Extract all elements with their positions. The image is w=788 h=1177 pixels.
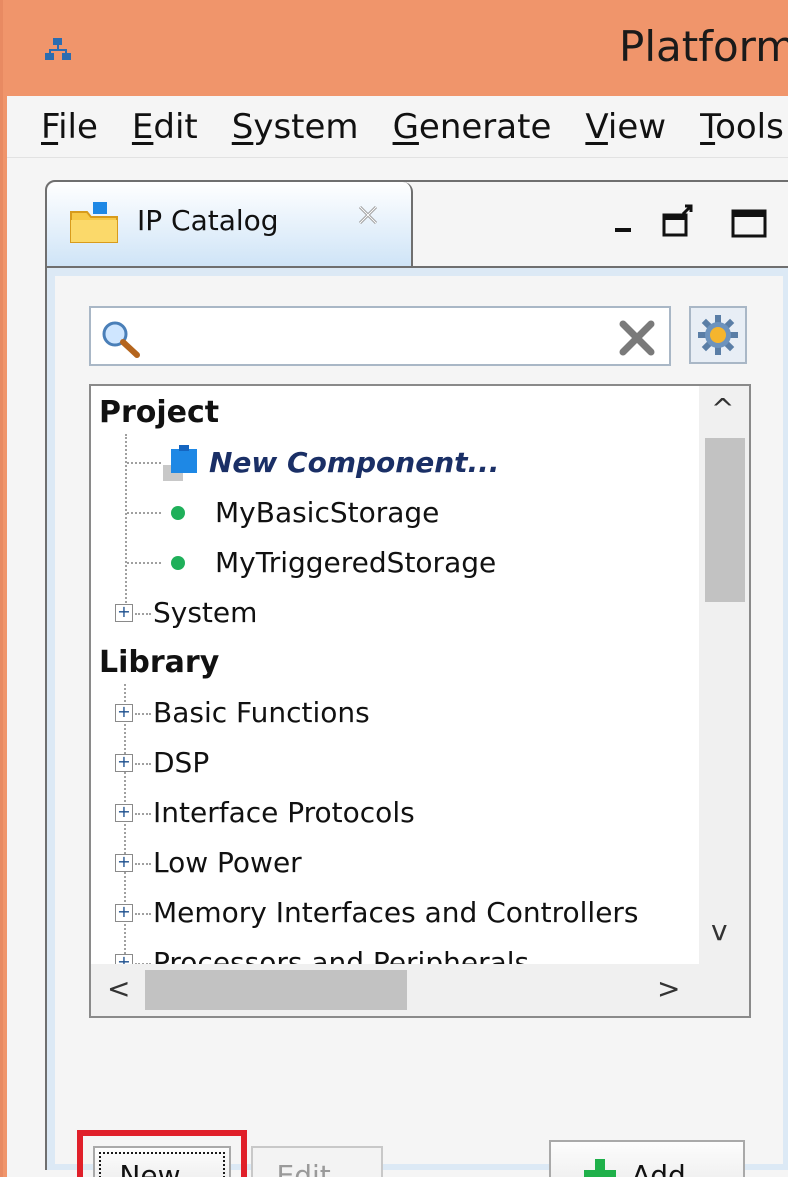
menu-mnemonic: E bbox=[131, 106, 154, 147]
tree-viewport: Project New Component... MyBasicStorage … bbox=[91, 386, 699, 964]
close-tab-icon[interactable] bbox=[357, 200, 379, 233]
tree-item-label: Interface Protocols bbox=[153, 796, 415, 829]
green-plus-icon bbox=[583, 1159, 616, 1177]
tree-item-interface-protocols[interactable]: + Interface Protocols bbox=[115, 788, 415, 838]
minimize-icon[interactable] bbox=[613, 216, 635, 238]
expand-icon[interactable]: + bbox=[115, 754, 133, 772]
tree-item-label: MyBasicStorage bbox=[215, 496, 440, 529]
tree-item-label: MyTriggeredStorage bbox=[215, 546, 497, 579]
edit-button[interactable]: Edit... bbox=[251, 1146, 383, 1177]
expand-icon[interactable]: + bbox=[115, 804, 133, 822]
menu-label: enerate bbox=[418, 106, 552, 147]
tree-item-mytriggeredstorage[interactable]: MyTriggeredStorage bbox=[171, 538, 496, 588]
menu-bar: File Edit System Generate View Tools bbox=[7, 96, 788, 158]
panel-tabstrip: IP Catalog bbox=[47, 182, 788, 266]
window-title: Platform bbox=[619, 22, 788, 71]
add-button-label: Add... bbox=[631, 1158, 713, 1177]
menu-edit[interactable]: Edit bbox=[132, 96, 198, 158]
scroll-right-icon[interactable]: > bbox=[657, 972, 680, 1005]
panel-body: Project New Component... MyBasicStorage … bbox=[47, 266, 788, 1177]
tree-item-label: DSP bbox=[153, 746, 210, 779]
scroll-down-icon[interactable]: v bbox=[711, 914, 728, 947]
network-icon[interactable] bbox=[43, 36, 73, 64]
panel-inner: Project New Component... MyBasicStorage … bbox=[55, 276, 783, 1177]
scroll-left-icon[interactable]: < bbox=[107, 972, 130, 1005]
expand-icon[interactable]: + bbox=[115, 604, 133, 622]
magnifier-icon bbox=[102, 321, 140, 358]
new-component-icon bbox=[163, 445, 197, 481]
ip-catalog-panel: IP Catalog Project New Component... MyBa… bbox=[45, 180, 788, 1177]
settings-button[interactable] bbox=[689, 306, 747, 364]
tree-connector bbox=[127, 512, 161, 514]
tree-connector bbox=[127, 562, 161, 564]
tree-item-processors[interactable]: + Processors and Peripherals bbox=[115, 938, 529, 964]
expand-icon[interactable]: + bbox=[115, 704, 133, 722]
menu-label: ile bbox=[58, 106, 98, 147]
menu-view[interactable]: View bbox=[585, 96, 666, 158]
menu-label: ools bbox=[715, 106, 784, 147]
menu-label: dit bbox=[153, 106, 198, 147]
menu-label: ystem bbox=[253, 106, 359, 147]
green-dot-icon bbox=[171, 506, 185, 520]
tree-item-label: Low Power bbox=[153, 846, 302, 879]
tree-connector bbox=[125, 434, 127, 614]
maximize-icon[interactable] bbox=[731, 208, 767, 238]
menu-mnemonic: F bbox=[41, 106, 59, 147]
expand-icon[interactable]: + bbox=[115, 904, 133, 922]
tree-item-label: Basic Functions bbox=[153, 696, 370, 729]
menu-label: iew bbox=[607, 106, 667, 147]
tree-item-system[interactable]: + System bbox=[115, 588, 257, 638]
highlight-box bbox=[77, 1130, 247, 1177]
expand-icon[interactable]: + bbox=[115, 954, 133, 964]
detach-icon[interactable] bbox=[661, 204, 695, 238]
tree-item-label: System bbox=[153, 596, 258, 629]
clear-x-icon[interactable] bbox=[617, 320, 657, 356]
menu-generate[interactable]: Generate bbox=[393, 96, 552, 158]
menu-mnemonic: T bbox=[700, 106, 716, 147]
tree-connector bbox=[135, 863, 151, 865]
gear-icon bbox=[698, 315, 738, 355]
menu-system[interactable]: System bbox=[232, 96, 359, 158]
tree-heading-library[interactable]: Library bbox=[99, 638, 219, 688]
vertical-scrollbar[interactable]: ^ v bbox=[699, 386, 749, 964]
tree-item-mybasicstorage[interactable]: MyBasicStorage bbox=[171, 488, 439, 538]
menu-mnemonic: G bbox=[392, 106, 419, 147]
tree-item-low-power[interactable]: + Low Power bbox=[115, 838, 302, 888]
folder-icon bbox=[70, 202, 118, 243]
scroll-up-icon[interactable]: ^ bbox=[711, 392, 734, 425]
tree-connector bbox=[127, 462, 161, 464]
ip-tree: Project New Component... MyBasicStorage … bbox=[89, 384, 751, 1018]
tree-item-dsp[interactable]: + DSP bbox=[115, 738, 209, 788]
menu-file[interactable]: File bbox=[41, 96, 98, 158]
tab-ip-catalog[interactable]: IP Catalog bbox=[47, 182, 413, 266]
tree-item-label: Processors and Peripherals bbox=[153, 946, 530, 964]
green-dot-icon bbox=[171, 556, 185, 570]
edit-button-label: Edit... bbox=[276, 1158, 358, 1177]
vertical-scroll-thumb[interactable] bbox=[705, 438, 745, 602]
tree-connector bbox=[135, 763, 151, 765]
tree-item-label: Memory Interfaces and Controllers bbox=[153, 896, 639, 929]
tree-item-memory-interfaces[interactable]: + Memory Interfaces and Controllers bbox=[115, 888, 639, 938]
content-area: IP Catalog Project New Component... MyBa… bbox=[7, 158, 788, 1177]
app-window: Platform File Edit System Generate View … bbox=[0, 0, 788, 1177]
menu-mnemonic: S bbox=[231, 106, 254, 147]
search-input[interactable] bbox=[89, 306, 671, 366]
tree-connector bbox=[135, 913, 151, 915]
add-button[interactable]: Add... bbox=[549, 1140, 745, 1177]
tree-connector bbox=[135, 813, 151, 815]
tree-connector bbox=[135, 613, 151, 615]
menu-tools[interactable]: Tools bbox=[700, 96, 784, 158]
tree-connector bbox=[135, 713, 151, 715]
expand-icon[interactable]: + bbox=[115, 854, 133, 872]
menu-mnemonic: V bbox=[585, 106, 608, 147]
tree-item-basic-functions[interactable]: + Basic Functions bbox=[115, 688, 370, 738]
horizontal-scroll-thumb[interactable] bbox=[145, 970, 407, 1010]
tree-item-new-component[interactable]: New Component... bbox=[161, 438, 499, 488]
tab-label: IP Catalog bbox=[137, 204, 279, 237]
horizontal-scrollbar[interactable]: < > bbox=[91, 964, 749, 1016]
tree-item-label: New Component... bbox=[209, 446, 500, 479]
tree-heading-project[interactable]: Project bbox=[99, 388, 219, 438]
title-bar: Platform bbox=[3, 0, 788, 96]
